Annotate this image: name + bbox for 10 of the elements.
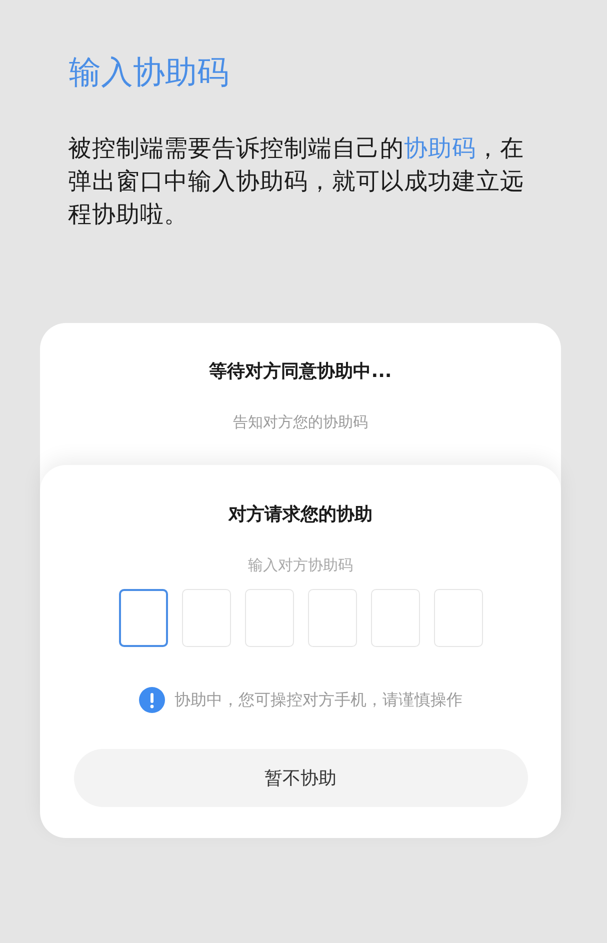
description-text: 被控制端需要告诉控制端自己的协助码，在弹出窗口中输入协助码，就可以成功建立远程协助啦。	[68, 133, 525, 230]
code-hint: 输入对方协助码	[248, 556, 353, 575]
decline-button[interactable]: 暂不协助	[74, 749, 528, 807]
page-title: 输入协助码	[69, 52, 230, 93]
code-digit-field[interactable]	[118, 589, 168, 647]
alert-icon	[138, 687, 164, 713]
waiting-hint: 告知对方您的协助码	[233, 413, 368, 432]
waiting-title: 等待对方同意协助中...	[209, 360, 392, 383]
dialog-title: 对方请求您的协助	[228, 503, 372, 526]
warning-text: 协助中，您可操控对方手机，请谨慎操作	[174, 690, 462, 710]
